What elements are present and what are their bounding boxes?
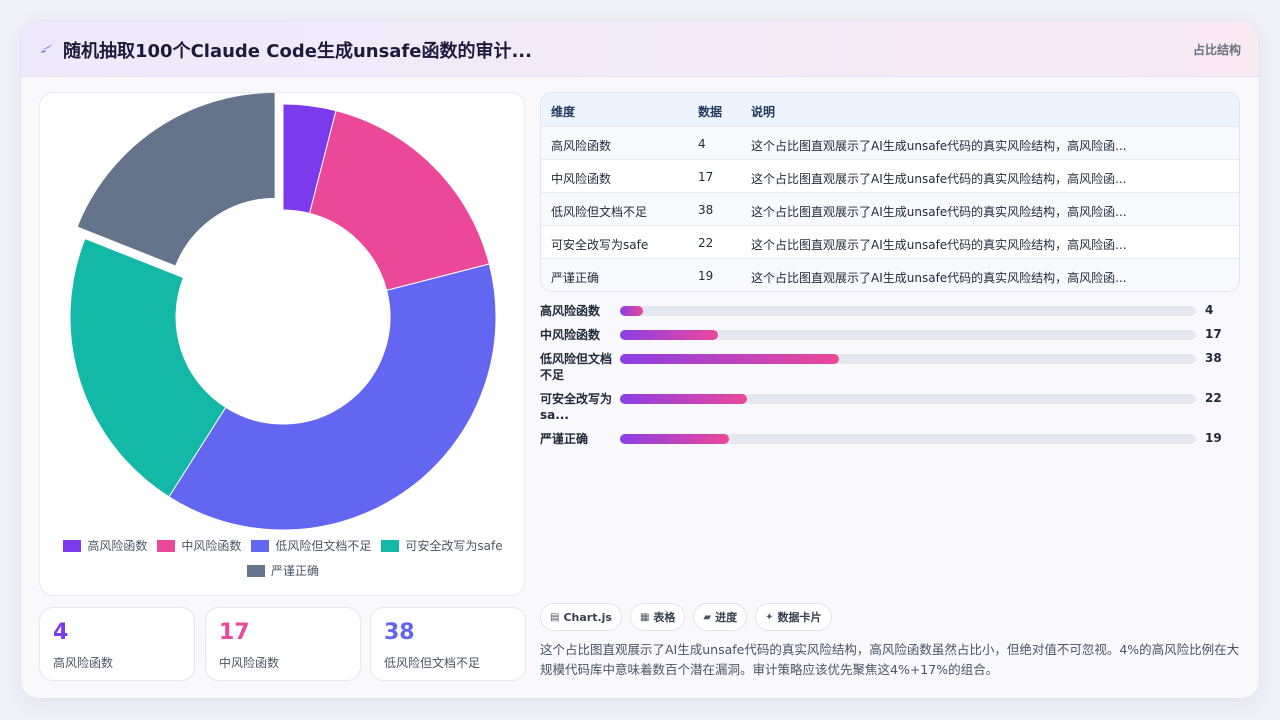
legend-swatch <box>251 539 270 552</box>
table-cell: 这个占比图直观展示了AI生成unsafe代码的真实风险结构，高风险函... <box>751 271 1127 285</box>
legend-item[interactable]: 可安全改写为safe <box>381 537 503 554</box>
table-header-data: 数据 <box>698 105 723 119</box>
chip-label: 进度 <box>715 611 738 624</box>
kpi-card: 4 高风险函数 <box>39 607 195 681</box>
table-cell: 17 <box>698 170 714 184</box>
chip-4[interactable]: ✦ 数据卡片 <box>755 603 832 631</box>
card-icon: ✦ <box>765 611 774 623</box>
table-cell: 这个占比图直观展示了AI生成unsafe代码的真实风险结构，高风险函... <box>751 139 1127 153</box>
table-cell: 这个占比图直观展示了AI生成unsafe代码的真实风险结构，高风险函... <box>751 238 1127 252</box>
table-cell: 可安全改写为safe <box>551 238 649 252</box>
kpi-card: 17 中风险函数 <box>205 607 361 681</box>
kpi-card: 38 低风险但文档不足 <box>370 607 526 681</box>
chart-icon: ▤ <box>550 611 560 623</box>
progress-fill <box>620 306 644 316</box>
legend-label: 低风险但文档不足 <box>275 539 372 553</box>
donut-slice-2[interactable] <box>309 110 490 291</box>
page-title: 随机抽取100个Claude Code生成unsafe函数的审计... <box>63 41 532 62</box>
progress-fill <box>620 434 730 444</box>
donut-chart-panel: 高风险函数 中风险函数 低风险但文档不足 可安全改写为safe 严谨正确 <box>39 91 525 596</box>
progress-list: 高风险函数 4 中风险函数 17 低风险但文档不足 38 可安全改写为sa... 22 严谨正确… <box>540 300 1240 470</box>
chip-3[interactable]: ▰ 进度 <box>693 603 748 631</box>
donut-slice-5[interactable] <box>76 91 276 267</box>
kpi-label: 低风险但文档不足 <box>384 656 481 670</box>
progress-label: 中风险函数 <box>540 328 601 342</box>
table-cell: 这个占比图直观展示了AI生成unsafe代码的真实风险结构，高风险函... <box>751 172 1127 186</box>
progress-track <box>620 434 1196 444</box>
legend-item[interactable]: 高风险函数 <box>63 537 147 554</box>
progress-fill <box>620 330 718 340</box>
chip-label: 数据卡片 <box>777 611 822 624</box>
table-icon: ▦ <box>639 611 650 623</box>
progress-fill <box>620 394 747 404</box>
progress-label: 严谨正确 <box>540 432 589 446</box>
progress-label: 低风险但文档不足 <box>540 352 613 382</box>
legend-swatch <box>63 539 82 552</box>
summary-text: 这个占比图直观展示了AI生成unsafe代码的真实风险结构，高风险函数虽然占比小… <box>540 642 1240 677</box>
chip-2[interactable]: ▦ 表格 <box>629 603 686 631</box>
progress-icon: ▰ <box>703 611 712 623</box>
kpi-value: 17 <box>219 620 250 645</box>
table-row: 严谨正确 19 这个占比图直观展示了AI生成unsafe代码的真实风险结构，高风险函… <box>541 258 1239 291</box>
progress-value: 17 <box>1205 327 1222 341</box>
table-cell: 低风险但文档不足 <box>551 205 648 219</box>
table-cell: 中风险函数 <box>551 172 612 186</box>
progress-label: 可安全改写为sa... <box>540 392 613 422</box>
progress-value: 4 <box>1205 303 1214 317</box>
chip-label: Chart.js <box>563 610 612 624</box>
table-row: 低风险但文档不足 38 这个占比图直观展示了AI生成unsafe代码的真实风险结构，… <box>541 192 1239 225</box>
view-tag: 占比结构 <box>1192 43 1241 57</box>
data-table: 维度 数据 说明 高风险函数 4 这个占比图直观展示了AI生成unsafe代码的真实… <box>540 92 1240 292</box>
progress-value: 38 <box>1205 351 1222 365</box>
table-header-note: 说明 <box>751 105 776 119</box>
kpi-label: 高风险函数 <box>53 656 114 670</box>
legend-label: 可安全改写为safe <box>405 539 503 553</box>
table-cell: 38 <box>698 203 714 217</box>
progress-track <box>620 306 1196 316</box>
progress-fill <box>620 354 839 364</box>
table-row: 中风险函数 17 这个占比图直观展示了AI生成unsafe代码的真实风险结构，高风险… <box>541 159 1239 192</box>
table-cell: 4 <box>698 137 706 151</box>
progress-label: 高风险函数 <box>540 304 601 318</box>
donut-chart <box>69 91 497 531</box>
legend-swatch <box>246 564 265 577</box>
legend-item[interactable]: 中风险函数 <box>157 537 241 554</box>
table-header-dimension: 维度 <box>551 105 576 119</box>
progress-track <box>620 394 1196 404</box>
table-row: 高风险函数 4 这个占比图直观展示了AI生成unsafe代码的真实风险结构，高风险函… <box>541 126 1239 159</box>
table-cell: 22 <box>698 236 714 250</box>
legend-label: 中风险函数 <box>181 539 242 553</box>
legend-label: 高风险函数 <box>87 539 148 553</box>
legend-item[interactable]: 低风险但文档不足 <box>251 537 371 554</box>
progress-value: 19 <box>1205 431 1222 445</box>
chip-1[interactable]: ▤ Chart.js <box>540 603 622 631</box>
tech-chips: ▤ Chart.js ▦ 表格 ▰ 进度 ✦ 数据卡片 <box>540 603 832 631</box>
kpi-value: 4 <box>53 620 69 645</box>
sparkle-icon <box>41 44 53 53</box>
table-row: 可安全改写为safe 22 这个占比图直观展示了AI生成unsafe代码的真实风险结… <box>541 225 1239 258</box>
kpi-label: 中风险函数 <box>219 656 280 670</box>
table-cell: 严谨正确 <box>551 271 600 285</box>
legend-item[interactable]: 严谨正确 <box>246 562 319 579</box>
progress-value: 22 <box>1205 391 1222 405</box>
progress-track <box>620 354 1196 364</box>
table-cell: 19 <box>698 269 714 283</box>
header-bar: 随机抽取100个Claude Code生成unsafe函数的审计... 占比结构 <box>21 21 1259 77</box>
table-header-row: 维度 数据 说明 <box>541 93 1239 126</box>
legend-swatch <box>157 539 176 552</box>
chip-label: 表格 <box>653 611 676 624</box>
chart-legend: 高风险函数 中风险函数 低风险但文档不足 可安全改写为safe 严谨正确 <box>50 537 516 579</box>
table-cell: 这个占比图直观展示了AI生成unsafe代码的真实风险结构，高风险函... <box>751 205 1127 219</box>
legend-swatch <box>381 539 400 552</box>
progress-track <box>620 330 1196 340</box>
kpi-value: 38 <box>384 620 415 645</box>
legend-label: 严谨正确 <box>270 564 319 578</box>
table-cell: 高风险函数 <box>551 139 612 153</box>
donut-slice-3[interactable] <box>168 263 497 531</box>
